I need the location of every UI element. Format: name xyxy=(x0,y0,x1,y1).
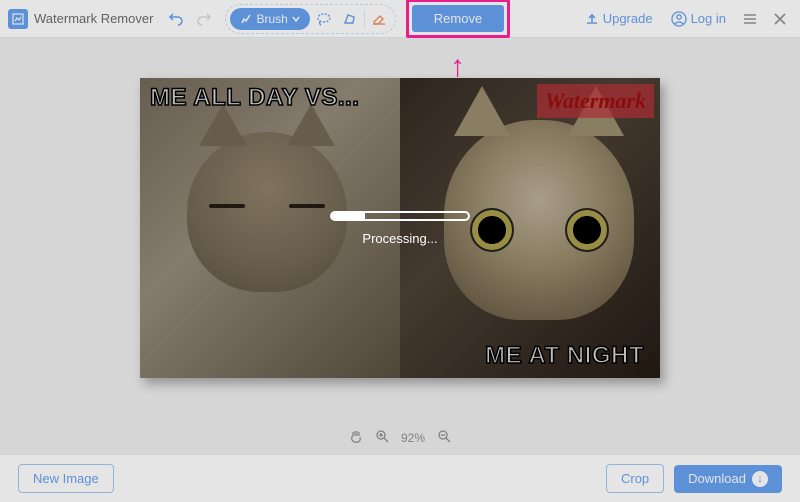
zoom-level-label: 92% xyxy=(401,431,425,445)
brush-icon xyxy=(240,13,252,25)
close-window-button[interactable] xyxy=(768,7,792,31)
upgrade-label: Upgrade xyxy=(603,11,653,26)
eraser-tool-button[interactable] xyxy=(367,7,391,31)
login-button[interactable]: Log in xyxy=(665,11,732,27)
canvas-area: ME ALL DAY VS... ME AT NIGHT Watermark P… xyxy=(0,38,800,458)
download-icon: ↓ xyxy=(752,471,768,487)
tool-divider xyxy=(364,10,365,28)
lasso-tool-button[interactable] xyxy=(312,7,336,31)
zoom-out-button[interactable] xyxy=(437,429,451,446)
polygon-tool-button[interactable] xyxy=(338,7,362,31)
tool-group: Brush xyxy=(225,4,395,34)
upload-icon xyxy=(585,12,599,26)
new-image-button[interactable]: New Image xyxy=(18,464,114,493)
download-label: Download xyxy=(688,471,746,486)
menu-button[interactable] xyxy=(738,7,762,31)
progress-bar xyxy=(330,211,470,221)
working-image[interactable]: ME ALL DAY VS... ME AT NIGHT Watermark P… xyxy=(140,78,660,378)
undo-button[interactable] xyxy=(165,8,187,30)
processing-overlay: Processing... xyxy=(140,78,660,378)
zoom-in-button[interactable] xyxy=(375,429,389,446)
chevron-down-icon xyxy=(292,15,300,23)
login-label: Log in xyxy=(691,11,726,26)
footer-bar: New Image Crop Download ↓ xyxy=(0,454,800,502)
upgrade-button[interactable]: Upgrade xyxy=(579,11,659,26)
app-title: Watermark Remover xyxy=(34,11,153,26)
user-icon xyxy=(671,11,687,27)
brush-label: Brush xyxy=(256,12,287,26)
download-button[interactable]: Download ↓ xyxy=(674,465,782,493)
crop-button[interactable]: Crop xyxy=(606,464,664,493)
pan-tool-button[interactable] xyxy=(349,429,363,446)
remove-button[interactable]: Remove xyxy=(412,5,504,32)
brush-tool-button[interactable]: Brush xyxy=(230,8,309,30)
redo-button xyxy=(193,8,215,30)
processing-label: Processing... xyxy=(362,231,437,246)
zoom-controls: 92% xyxy=(0,429,800,446)
app-logo-icon xyxy=(8,9,28,29)
main-toolbar: Watermark Remover Brush Remove Upgrade L… xyxy=(0,0,800,38)
